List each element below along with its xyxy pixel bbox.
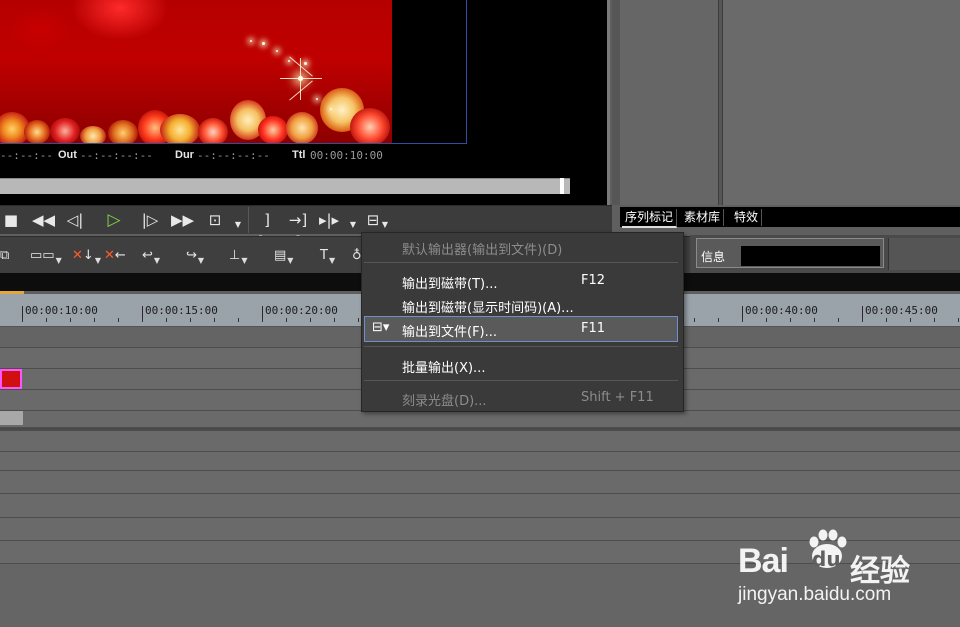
title-icon[interactable]: T▼ xyxy=(320,246,335,266)
info-label: 信息 xyxy=(701,250,726,264)
ruler-minor-tick xyxy=(118,318,119,322)
insert-icon[interactable]: ▸|▸ xyxy=(318,209,340,231)
menu-shortcut: F12 xyxy=(581,273,606,288)
marker-list-pane xyxy=(620,0,719,205)
menu-item-export-to-tape[interactable]: 输出到磁带(T)... xyxy=(402,273,497,292)
scrub-bar[interactable] xyxy=(0,178,570,194)
filmstrip-icon[interactable]: ▤▼ xyxy=(274,246,293,266)
ruler-label: 00:00:15:00 xyxy=(145,304,218,317)
ruler-minor-tick xyxy=(142,318,143,322)
chevron-down-icon[interactable]: ▼ xyxy=(348,214,358,236)
ruler-minor-tick xyxy=(766,318,767,322)
menu-item-export-to-tape-timecode[interactable]: 输出到磁带(显示时间码)(A)... xyxy=(402,297,574,316)
dur-timecode: --:--:--:-- xyxy=(197,149,270,162)
out-timecode: --:--:--:-- xyxy=(80,149,153,162)
info-value xyxy=(741,246,880,266)
mark-in-icon[interactable]: ][← xyxy=(256,209,278,251)
watermark-url: jingyan.baidu.com xyxy=(738,584,892,605)
ruler-minor-tick xyxy=(694,318,695,322)
mark-out-icon[interactable]: →][ xyxy=(287,209,309,251)
ruler-minor-tick xyxy=(94,318,95,322)
panel-divider[interactable] xyxy=(607,0,610,205)
ruler-minor-tick xyxy=(814,318,815,322)
tab-effects[interactable]: 特效 xyxy=(731,209,763,226)
timeline-track[interactable] xyxy=(0,411,960,428)
ruler-label: 00:00:10:00 xyxy=(25,304,98,317)
asset-bin-pane xyxy=(722,0,960,205)
ruler-label: 00:00:20:00 xyxy=(265,304,338,317)
loop-icon[interactable]: ⊡ xyxy=(204,209,226,231)
scrub-handle[interactable] xyxy=(560,178,564,194)
transport-bar: ■ ◀◀ ◁| ▷ |▷ ▶▶ ⊡ ▼ ][← →][ ▸|▸ ▼ ⊟ ▼ xyxy=(0,205,612,251)
ruler-minor-tick xyxy=(886,318,887,322)
ripple-delete-icon[interactable]: ✕← xyxy=(104,246,126,266)
tab-sequence-markers[interactable]: 序列标记 xyxy=(622,209,678,228)
watermark-brand: Bai xyxy=(738,542,789,580)
ruler-minor-tick xyxy=(910,318,911,322)
ruler-minor-tick xyxy=(70,318,71,322)
menu-item-default-exporter[interactable]: 默认输出器(输出到文件)(D) xyxy=(402,239,562,258)
out-label: Out xyxy=(58,149,77,161)
ruler-minor-tick xyxy=(958,318,959,322)
export-file-icon: ⊟▾ xyxy=(372,320,390,335)
timeline-track[interactable] xyxy=(0,431,960,452)
undo-icon[interactable]: ↩▼ xyxy=(142,246,160,266)
video-clip[interactable] xyxy=(0,369,22,389)
menu-separator xyxy=(364,380,678,381)
preview-frame xyxy=(0,0,467,144)
audio-clip[interactable] xyxy=(0,411,23,425)
rewind-icon[interactable]: ◀◀ xyxy=(32,209,55,231)
timeline-track[interactable] xyxy=(0,494,960,518)
ruler-minor-tick xyxy=(238,318,239,322)
ttl-timecode: 00:00:10:00 xyxy=(310,149,383,162)
menu-shortcut: Shift + F11 xyxy=(581,390,654,405)
watermark-du: du xyxy=(812,547,841,571)
ruler-minor-tick xyxy=(790,318,791,322)
ruler-minor-tick xyxy=(286,318,287,322)
preview-image xyxy=(0,0,392,143)
fast-forward-icon[interactable]: ▶▶ xyxy=(171,209,194,231)
ruler-minor-tick xyxy=(214,318,215,322)
split-icon[interactable]: ⊥▼ xyxy=(229,246,247,266)
dur-label: Dur xyxy=(175,149,194,161)
step-forward-icon[interactable]: |▷ xyxy=(139,209,161,231)
ruler-minor-tick xyxy=(862,318,863,322)
copy-icon[interactable]: ⧉ xyxy=(0,246,9,266)
in-timecode: --:--:-- xyxy=(0,149,53,162)
paste-icon[interactable]: ▭▭▼ xyxy=(30,246,62,266)
ruler-minor-tick xyxy=(718,318,719,322)
ruler-minor-tick xyxy=(190,318,191,322)
ruler-minor-tick xyxy=(742,318,743,322)
menu-separator xyxy=(364,346,678,347)
delete-icon[interactable]: ✕↓▼ xyxy=(72,246,101,266)
menu-item-burn-disc[interactable]: 刻录光盘(D)... xyxy=(402,390,487,409)
menu-item-batch-export[interactable]: 批量输出(X)... xyxy=(402,357,485,376)
ruler-minor-tick xyxy=(22,318,23,322)
menu-separator xyxy=(364,262,678,263)
ruler-minor-tick xyxy=(166,318,167,322)
ruler-minor-tick xyxy=(934,318,935,322)
ruler-minor-tick xyxy=(262,318,263,322)
ttl-label: Ttl xyxy=(292,149,306,161)
chevron-down-icon[interactable]: ▼ xyxy=(233,214,243,236)
step-back-icon[interactable]: ◁| xyxy=(64,209,86,231)
stop-icon[interactable]: ■ xyxy=(0,209,22,231)
ruler-minor-tick xyxy=(358,318,359,322)
timecode-row: --:--:-- Out --:--:--:-- Dur --:--:--:--… xyxy=(0,147,467,165)
redo-icon[interactable]: ↪▼ xyxy=(186,246,204,266)
ruler-label: 00:00:40:00 xyxy=(745,304,818,317)
menu-item-export-to-file[interactable]: 输出到文件(F)... xyxy=(402,321,497,340)
ruler-minor-tick xyxy=(310,318,311,322)
tab-asset-bin[interactable]: 素材库 xyxy=(681,209,725,226)
timeline-track[interactable] xyxy=(0,471,960,494)
ruler-minor-tick xyxy=(838,318,839,322)
timeline-track[interactable] xyxy=(0,452,960,471)
info-strip-extra xyxy=(888,238,960,270)
play-icon[interactable]: ▷ xyxy=(103,209,125,231)
ruler-minor-tick xyxy=(46,318,47,322)
ruler-label: 00:00:45:00 xyxy=(865,304,938,317)
menu-shortcut: F11 xyxy=(581,321,606,336)
ruler-minor-tick xyxy=(334,318,335,322)
transport-separator xyxy=(248,207,249,233)
